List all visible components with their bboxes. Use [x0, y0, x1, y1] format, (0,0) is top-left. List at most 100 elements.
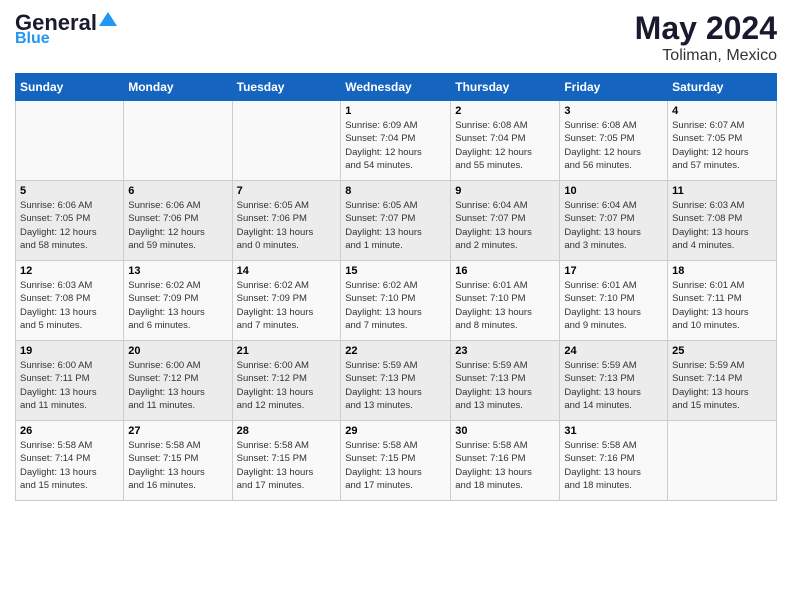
calendar-header-row: Sunday Monday Tuesday Wednesday Thursday…: [16, 74, 777, 101]
day-info: Sunrise: 6:09 AMSunset: 7:04 PMDaylight:…: [345, 119, 446, 172]
day-info: Sunrise: 5:58 AMSunset: 7:15 PMDaylight:…: [128, 439, 227, 492]
day-info: Sunrise: 6:07 AMSunset: 7:05 PMDaylight:…: [672, 119, 772, 172]
day-number: 31: [564, 425, 663, 437]
calendar-cell: 4 Sunrise: 6:07 AMSunset: 7:05 PMDaylight…: [668, 101, 777, 181]
calendar-cell: 1 Sunrise: 6:09 AMSunset: 7:04 PMDaylight…: [341, 101, 451, 181]
day-info: Sunrise: 6:02 AMSunset: 7:09 PMDaylight:…: [128, 279, 227, 332]
day-number: 4: [672, 105, 772, 117]
calendar-cell: 7 Sunrise: 6:05 AMSunset: 7:06 PMDaylight…: [232, 181, 341, 261]
header-sunday: Sunday: [16, 74, 124, 101]
calendar-week-row: 26 Sunrise: 5:58 AMSunset: 7:14 PMDayligh…: [16, 421, 777, 501]
day-number: 10: [564, 185, 663, 197]
calendar-week-row: 5 Sunrise: 6:06 AMSunset: 7:05 PMDaylight…: [16, 181, 777, 261]
day-number: 16: [455, 265, 555, 277]
page-header: General Blue May 2024 Toliman, Mexico: [15, 10, 777, 65]
day-info: Sunrise: 5:58 AMSunset: 7:14 PMDaylight:…: [20, 439, 119, 492]
header-saturday: Saturday: [668, 74, 777, 101]
day-info: Sunrise: 5:58 AMSunset: 7:16 PMDaylight:…: [564, 439, 663, 492]
day-number: 15: [345, 265, 446, 277]
calendar-cell: 9Sunrise: 6:04 AMSunset: 7:07 PMDaylight…: [451, 181, 560, 261]
day-info: Sunrise: 6:08 AMSunset: 7:04 PMDaylight:…: [455, 119, 555, 172]
calendar-cell: [668, 421, 777, 501]
calendar-cell: 31 Sunrise: 5:58 AMSunset: 7:16 PMDayligh…: [560, 421, 668, 501]
day-info: Sunrise: 6:01 AMSunset: 7:11 PMDaylight:…: [672, 279, 772, 332]
day-number: 1: [345, 105, 446, 117]
calendar-cell: 17Sunrise: 6:01 AMSunset: 7:10 PMDayligh…: [560, 261, 668, 341]
logo-blue-text: Blue: [15, 30, 50, 48]
calendar-cell: 27Sunrise: 5:58 AMSunset: 7:15 PMDayligh…: [124, 421, 232, 501]
header-wednesday: Wednesday: [341, 74, 451, 101]
day-info: Sunrise: 6:02 AMSunset: 7:09 PMDaylight:…: [237, 279, 337, 332]
day-info: Sunrise: 6:04 AMSunset: 7:07 PMDaylight:…: [564, 199, 663, 252]
header-friday: Friday: [560, 74, 668, 101]
logo-triangle-icon: [99, 10, 117, 28]
calendar-cell: [16, 101, 124, 181]
title-block: May 2024 Toliman, Mexico: [635, 10, 777, 65]
calendar-cell: 10 Sunrise: 6:04 AMSunset: 7:07 PMDayligh…: [560, 181, 668, 261]
logo: General Blue: [15, 10, 117, 48]
day-number: 28: [237, 425, 337, 437]
day-number: 26: [20, 425, 119, 437]
day-info: Sunrise: 6:08 AMSunset: 7:05 PMDaylight:…: [564, 119, 663, 172]
calendar-cell: 8Sunrise: 6:05 AMSunset: 7:07 PMDaylight…: [341, 181, 451, 261]
calendar-subtitle: Toliman, Mexico: [635, 47, 777, 65]
day-info: Sunrise: 5:59 AMSunset: 7:13 PMDaylight:…: [345, 359, 446, 412]
day-number: 12: [20, 265, 119, 277]
day-info: Sunrise: 6:04 AMSunset: 7:07 PMDaylight:…: [455, 199, 555, 252]
day-number: 20: [128, 345, 227, 357]
day-number: 23: [455, 345, 555, 357]
day-number: 21: [237, 345, 337, 357]
day-number: 24: [564, 345, 663, 357]
calendar-cell: 30 Sunrise: 5:58 AMSunset: 7:16 PMDayligh…: [451, 421, 560, 501]
day-info: Sunrise: 6:06 AMSunset: 7:05 PMDaylight:…: [20, 199, 119, 252]
calendar-cell: 14Sunrise: 6:02 AMSunset: 7:09 PMDayligh…: [232, 261, 341, 341]
calendar-cell: 25 Sunrise: 5:59 AMSunset: 7:14 PMDayligh…: [668, 341, 777, 421]
day-info: Sunrise: 6:03 AMSunset: 7:08 PMDaylight:…: [20, 279, 119, 332]
day-number: 30: [455, 425, 555, 437]
calendar-cell: [232, 101, 341, 181]
day-number: 5: [20, 185, 119, 197]
calendar-cell: 20 Sunrise: 6:00 AMSunset: 7:12 PMDayligh…: [124, 341, 232, 421]
calendar-week-row: 12 Sunrise: 6:03 AMSunset: 7:08 PMDayligh…: [16, 261, 777, 341]
day-info: Sunrise: 6:00 AMSunset: 7:11 PMDaylight:…: [20, 359, 119, 412]
calendar-week-row: 19Sunrise: 6:00 AMSunset: 7:11 PMDayligh…: [16, 341, 777, 421]
calendar-table: Sunday Monday Tuesday Wednesday Thursday…: [15, 73, 777, 501]
day-number: 25: [672, 345, 772, 357]
day-info: Sunrise: 6:01 AMSunset: 7:10 PMDaylight:…: [455, 279, 555, 332]
calendar-cell: [124, 101, 232, 181]
calendar-cell: 12 Sunrise: 6:03 AMSunset: 7:08 PMDayligh…: [16, 261, 124, 341]
day-info: Sunrise: 5:59 AMSunset: 7:14 PMDaylight:…: [672, 359, 772, 412]
calendar-cell: 28 Sunrise: 5:58 AMSunset: 7:15 PMDayligh…: [232, 421, 341, 501]
day-number: 3: [564, 105, 663, 117]
calendar-cell: 19Sunrise: 6:00 AMSunset: 7:11 PMDayligh…: [16, 341, 124, 421]
calendar-cell: 16 Sunrise: 6:01 AMSunset: 7:10 PMDayligh…: [451, 261, 560, 341]
calendar-cell: 2 Sunrise: 6:08 AMSunset: 7:04 PMDaylight…: [451, 101, 560, 181]
calendar-cell: 22 Sunrise: 5:59 AMSunset: 7:13 PMDayligh…: [341, 341, 451, 421]
day-number: 22: [345, 345, 446, 357]
day-number: 8: [345, 185, 446, 197]
day-number: 2: [455, 105, 555, 117]
day-info: Sunrise: 5:59 AMSunset: 7:13 PMDaylight:…: [455, 359, 555, 412]
page-container: General Blue May 2024 Toliman, Mexico Su…: [0, 0, 792, 511]
day-info: Sunrise: 6:02 AMSunset: 7:10 PMDaylight:…: [345, 279, 446, 332]
day-info: Sunrise: 6:05 AMSunset: 7:06 PMDaylight:…: [237, 199, 337, 252]
calendar-title: May 2024: [635, 10, 777, 47]
header-monday: Monday: [124, 74, 232, 101]
calendar-cell: 6Sunrise: 6:06 AMSunset: 7:06 PMDaylight…: [124, 181, 232, 261]
day-info: Sunrise: 5:58 AMSunset: 7:15 PMDaylight:…: [345, 439, 446, 492]
day-info: Sunrise: 6:00 AMSunset: 7:12 PMDaylight:…: [128, 359, 227, 412]
day-info: Sunrise: 5:58 AMSunset: 7:15 PMDaylight:…: [237, 439, 337, 492]
day-info: Sunrise: 6:03 AMSunset: 7:08 PMDaylight:…: [672, 199, 772, 252]
day-info: Sunrise: 5:58 AMSunset: 7:16 PMDaylight:…: [455, 439, 555, 492]
calendar-cell: 11Sunrise: 6:03 AMSunset: 7:08 PMDayligh…: [668, 181, 777, 261]
day-number: 17: [564, 265, 663, 277]
day-info: Sunrise: 6:00 AMSunset: 7:12 PMDaylight:…: [237, 359, 337, 412]
day-number: 7: [237, 185, 337, 197]
header-thursday: Thursday: [451, 74, 560, 101]
day-number: 29: [345, 425, 446, 437]
calendar-cell: 21 Sunrise: 6:00 AMSunset: 7:12 PMDayligh…: [232, 341, 341, 421]
calendar-cell: 15 Sunrise: 6:02 AMSunset: 7:10 PMDayligh…: [341, 261, 451, 341]
day-info: Sunrise: 6:06 AMSunset: 7:06 PMDaylight:…: [128, 199, 227, 252]
calendar-cell: 18Sunrise: 6:01 AMSunset: 7:11 PMDayligh…: [668, 261, 777, 341]
calendar-cell: 5 Sunrise: 6:06 AMSunset: 7:05 PMDaylight…: [16, 181, 124, 261]
